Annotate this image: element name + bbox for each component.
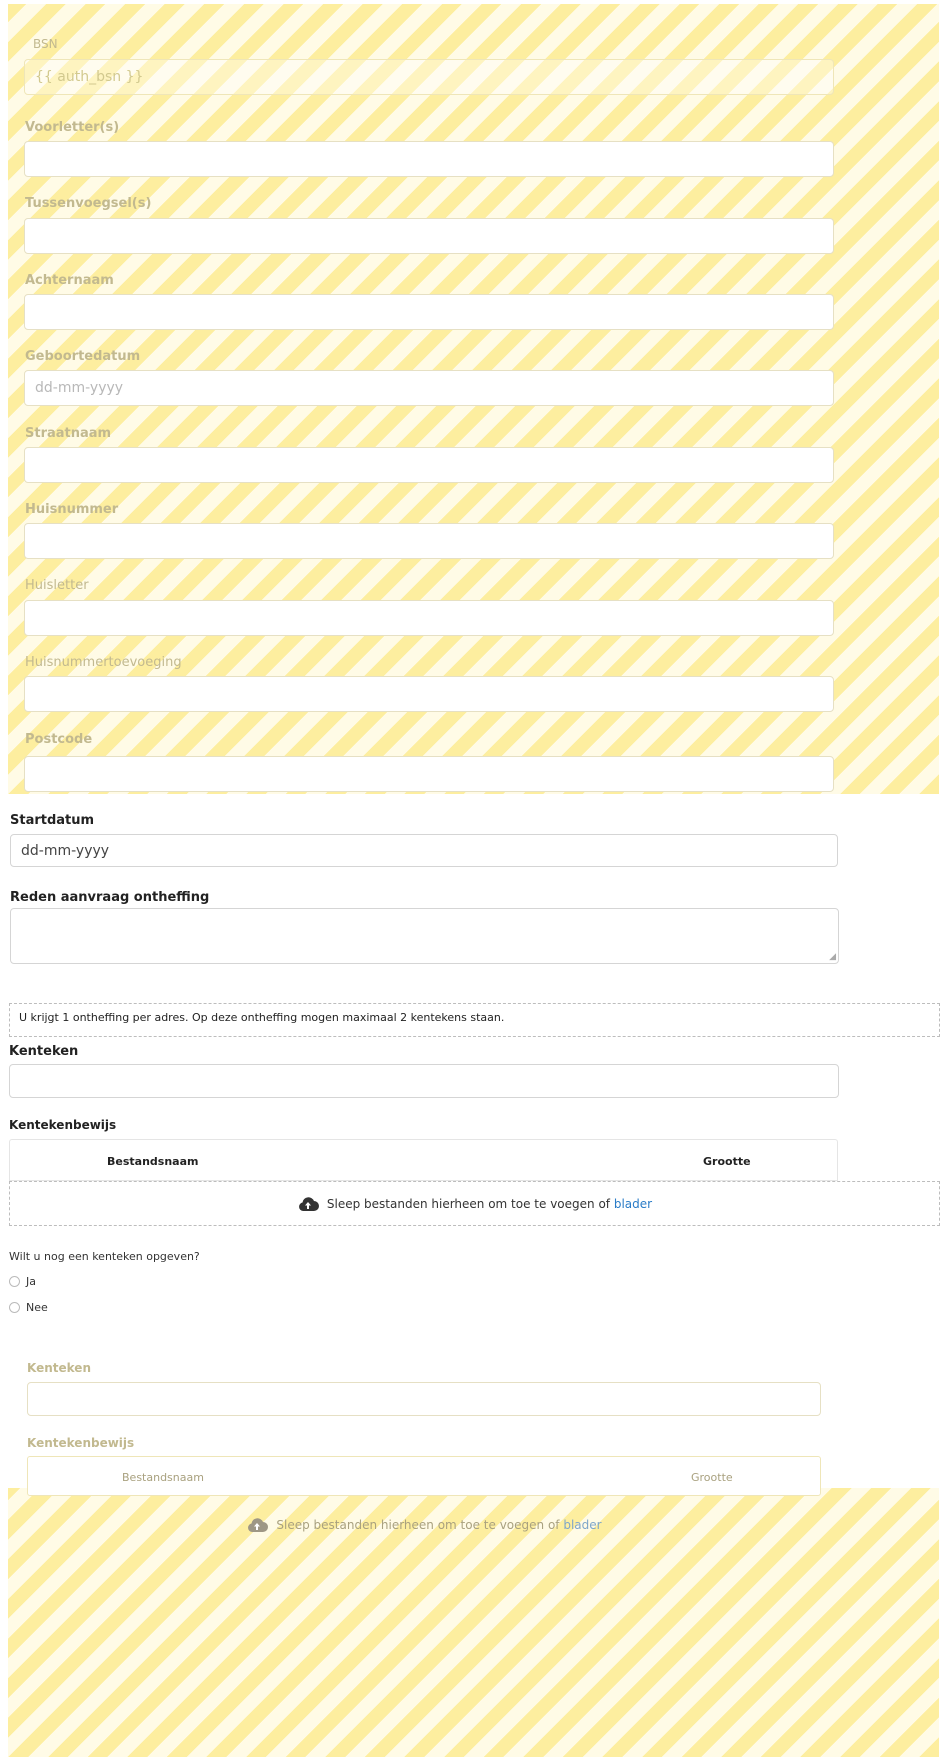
- bsn-value: {{ auth_bsn }}: [35, 69, 144, 85]
- kenteken-label: Kenteken: [9, 1044, 79, 1059]
- bsn-input: {{ auth_bsn }}: [24, 59, 834, 95]
- voorletters-input[interactable]: [24, 141, 834, 177]
- huisletter-label: Huisletter: [25, 578, 89, 593]
- radio-nee-label[interactable]: Nee: [26, 1301, 48, 1314]
- kenteken2-input[interactable]: [27, 1382, 821, 1416]
- col2-bestandsnaam: Bestandsnaam: [122, 1471, 204, 1484]
- huisnummer-input[interactable]: [24, 523, 834, 559]
- achternaam-label: Achternaam: [25, 273, 114, 288]
- huisnummertoevoeging-label: Huisnummertoevoeging: [25, 655, 182, 670]
- col2-grootte: Grootte: [691, 1471, 733, 1484]
- radio-nee[interactable]: [9, 1302, 20, 1313]
- huisnummer-label: Huisnummer: [25, 502, 119, 517]
- bsn-label: BSN: [33, 37, 58, 51]
- dropzone2-text: Sleep bestanden hierheen om toe te voege…: [276, 1518, 560, 1532]
- geboortedatum-input[interactable]: dd-mm-yyyy: [24, 370, 834, 406]
- notice-divider: [9, 1036, 940, 1037]
- startdatum-label: Startdatum: [10, 813, 95, 828]
- postcode-label: Postcode: [25, 732, 93, 747]
- postcode-input[interactable]: [24, 756, 834, 792]
- reden-label: Reden aanvraag ontheffing: [10, 890, 210, 905]
- cloud-upload-icon: [246, 1517, 269, 1533]
- straatnaam-label: Straatnaam: [25, 426, 112, 441]
- notice-box: U krijgt 1 ontheffing per adres. Op deze…: [9, 1003, 940, 1037]
- reden-textarea[interactable]: ◢: [10, 908, 839, 964]
- kenteken2-label: Kenteken: [27, 1361, 91, 1375]
- radio-ja-label[interactable]: Ja: [26, 1275, 36, 1288]
- startdatum-input[interactable]: dd-mm-yyyy: [10, 834, 838, 867]
- kenteken-input[interactable]: [9, 1064, 839, 1098]
- question-text: Wilt u nog een kenteken opgeven?: [9, 1250, 200, 1263]
- radio-ja[interactable]: [9, 1276, 20, 1287]
- resize-handle-icon[interactable]: ◢: [829, 952, 836, 962]
- tussenvoegsels-input[interactable]: [24, 218, 834, 254]
- huisletter-input[interactable]: [24, 600, 834, 636]
- tussenvoegsels-label: Tussenvoegsel(s): [25, 196, 152, 211]
- dropzone-text: Sleep bestanden hierheen om toe te voege…: [326, 1196, 611, 1211]
- geboortedatum-label: Geboortedatum: [25, 349, 141, 364]
- cloud-upload-icon: [297, 1196, 319, 1212]
- col-grootte: Grootte: [703, 1155, 751, 1168]
- startdatum-placeholder: dd-mm-yyyy: [21, 843, 110, 859]
- achternaam-input[interactable]: [24, 294, 834, 330]
- huisnummertoevoeging-input[interactable]: [24, 676, 834, 712]
- kentekenbewijs2-label: Kentekenbewijs: [27, 1436, 135, 1450]
- straatnaam-input[interactable]: [24, 447, 834, 483]
- file-dropzone[interactable]: Sleep bestanden hierheen om toe te voege…: [9, 1181, 940, 1226]
- voorletters-label: Voorletter(s): [25, 120, 120, 135]
- kentekenbewijs-label: Kentekenbewijs: [9, 1118, 117, 1132]
- notice-text: U krijgt 1 ontheffing per adres. Op deze…: [19, 1011, 505, 1024]
- browse-link[interactable]: blader: [614, 1197, 652, 1211]
- file-dropzone2[interactable]: Sleep bestanden hierheen om toe te voege…: [27, 1500, 821, 1550]
- col-bestandsnaam: Bestandsnaam: [107, 1155, 199, 1168]
- browse2-link[interactable]: blader: [563, 1518, 601, 1532]
- file-table-header: Bestandsnaam Grootte: [9, 1139, 838, 1181]
- geboortedatum-placeholder: dd-mm-yyyy: [35, 380, 124, 396]
- file-table2-header: Bestandsnaam Grootte: [27, 1456, 821, 1496]
